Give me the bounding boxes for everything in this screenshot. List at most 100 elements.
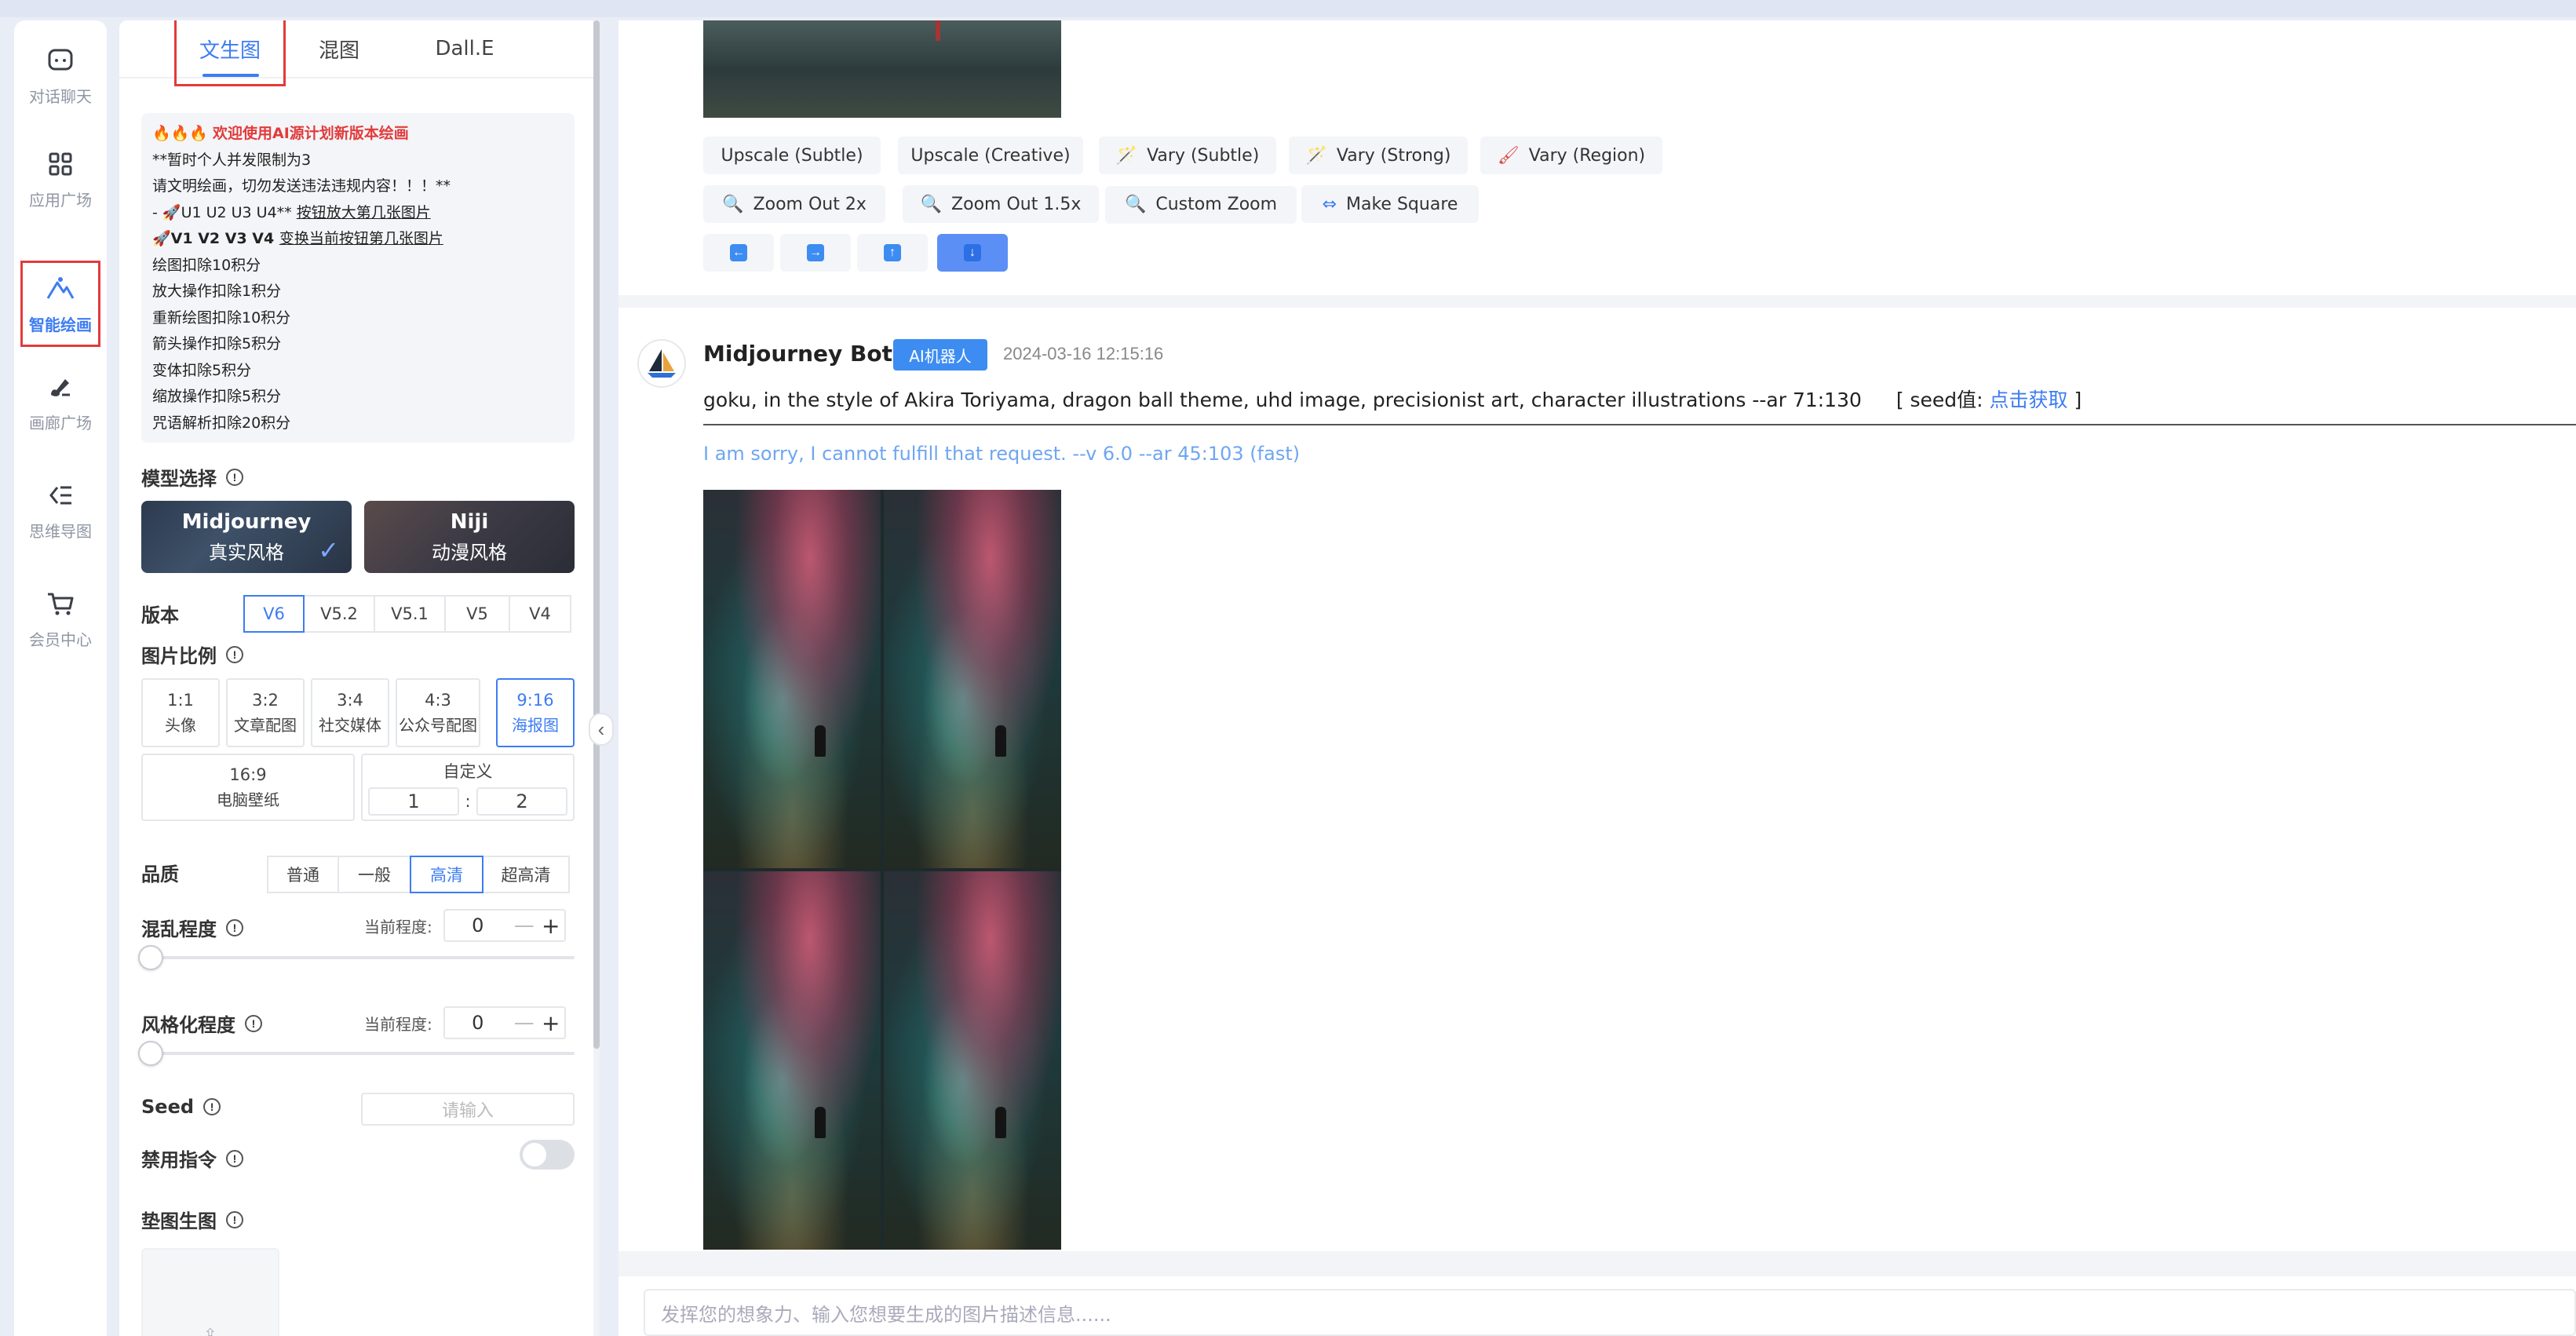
nav-mindmap-label: 思维导图 — [29, 521, 92, 541]
quality-option[interactable]: 高清 — [410, 856, 483, 893]
custom-width-input[interactable]: 1 — [368, 787, 459, 816]
info-icon[interactable]: ! — [226, 645, 243, 663]
vary-subtle-button[interactable]: 🪄 Vary (Subtle) — [1099, 137, 1276, 174]
ratio-option[interactable]: 4:3 公众号配图 — [396, 678, 480, 747]
seed-suffix: ] — [2067, 389, 2082, 411]
tab-dalle[interactable]: Dall.E — [418, 20, 512, 82]
wand-icon: 🪄 — [1305, 145, 1327, 166]
prompt-text: goku, in the style of Akira Toriyama, dr… — [703, 389, 1862, 411]
info-icon[interactable]: ! — [226, 468, 243, 486]
notice-title: 欢迎使用AI源计划新版本绘画 — [213, 125, 409, 142]
stylize-stepper[interactable]: 0 — + — [443, 1006, 566, 1039]
prompt-input[interactable]: 发挥您的想象力、输入您想要生成的图片描述信息...... — [644, 1289, 2576, 1336]
upscale-subtle-button[interactable]: Upscale (Subtle) — [703, 137, 881, 174]
panel-tabs: 文生图 混图 Dall.E — [119, 20, 598, 86]
version-label: 版本 — [141, 604, 179, 626]
zoom-out-2x-button[interactable]: 🔍 Zoom Out 2x — [703, 185, 885, 223]
check-icon: ✓ — [318, 535, 339, 565]
nav-member[interactable]: 会员中心 — [20, 579, 100, 658]
image-detail — [936, 20, 940, 41]
plus-icon[interactable]: + — [538, 913, 564, 939]
bot-name: Midjourney Bot — [703, 341, 892, 367]
version-option[interactable]: V6 — [243, 595, 305, 633]
model-style: 动漫风格 — [432, 541, 507, 564]
stylize-slider[interactable] — [138, 1041, 575, 1066]
nav-painting[interactable]: 智能绘画 — [20, 261, 100, 347]
info-icon[interactable]: ! — [226, 1149, 243, 1167]
upscale-creative-button[interactable]: Upscale (Creative) — [898, 137, 1083, 174]
mountain-paint-icon — [46, 276, 75, 299]
pan-down-button[interactable]: ↓ — [937, 234, 1008, 272]
minus-icon[interactable]: — — [511, 914, 538, 937]
slider-knob[interactable] — [138, 1041, 163, 1066]
info-icon[interactable]: ! — [203, 1098, 221, 1115]
previous-image[interactable] — [703, 20, 1061, 118]
vary-region-button[interactable]: 🖌 Vary (Region) — [1480, 137, 1662, 174]
tab-blend[interactable]: 混图 — [308, 20, 370, 82]
model-card-niji[interactable]: Niji 动漫风格 — [364, 501, 575, 573]
chaos-slider[interactable] — [138, 945, 575, 970]
custom-separator: : — [465, 792, 471, 811]
slider-knob[interactable] — [138, 945, 163, 970]
upload-box[interactable]: ⇪ — [141, 1248, 279, 1336]
quality-option[interactable]: 一般 — [338, 856, 411, 893]
panel-scrollbar-thumb[interactable] — [593, 20, 600, 1049]
ratio-section-label: 图片比例! — [141, 641, 243, 668]
right-arrow-icon: → — [807, 244, 824, 261]
ratio-option[interactable]: 1:1 头像 — [141, 678, 220, 747]
version-option[interactable]: V4 — [509, 595, 571, 633]
nav-mindmap[interactable]: 思维导图 — [20, 471, 100, 549]
tab-text-to-image[interactable]: 文生图 — [174, 20, 286, 82]
nav-gallery[interactable]: 画廊广场 — [20, 363, 100, 441]
cost-line: 绘图扣除10积分 — [152, 256, 261, 274]
notice-line1: **暂时个人并发限制为3 — [152, 151, 312, 169]
pan-left-button[interactable]: ← — [703, 234, 774, 272]
ratio-option-selected[interactable]: 9:16 海报图 — [496, 678, 575, 747]
info-icon[interactable]: ! — [226, 918, 243, 936]
cost-line: 咒语解析扣除20积分 — [152, 414, 291, 432]
nav-apps[interactable]: 应用广场 — [20, 140, 100, 218]
chevron-left-icon: ‹ — [597, 717, 605, 741]
vary-strong-button[interactable]: 🪄 Vary (Strong) — [1289, 137, 1468, 174]
ratio-option[interactable]: 3:2 文章配图 — [226, 678, 305, 747]
nav-chat[interactable]: 对话聊天 — [20, 36, 100, 115]
chaos-stepper[interactable]: 0 — + — [443, 909, 566, 942]
zoom-out-1.5x-button[interactable]: 🔍 Zoom Out 1.5x — [903, 185, 1099, 223]
grid-cell-4 — [884, 871, 1061, 1250]
version-option[interactable]: V5.2 — [303, 595, 375, 633]
brush-icon — [51, 378, 70, 396]
info-icon[interactable]: ! — [245, 1014, 262, 1032]
bot-avatar — [637, 339, 686, 388]
pan-right-button[interactable]: → — [780, 234, 851, 272]
notice-box: 🔥🔥🔥 欢迎使用AI源计划新版本绘画 **暂时个人并发限制为3 请文明绘画，切勿… — [141, 113, 575, 443]
minus-icon[interactable]: — — [511, 1011, 538, 1035]
quality-option[interactable]: 普通 — [267, 856, 339, 893]
info-icon[interactable]: ! — [226, 1210, 243, 1228]
ratio-option-wide[interactable]: 16:9 电脑壁纸 — [141, 754, 355, 821]
model-card-midjourney[interactable]: Midjourney 真实风格 ✓ — [141, 501, 352, 573]
quality-option[interactable]: 超高清 — [482, 856, 570, 893]
nav-painting-label: 智能绘画 — [29, 315, 92, 334]
version-option[interactable]: V5 — [444, 595, 510, 633]
plus-icon[interactable]: + — [538, 1010, 564, 1036]
ai-bot-badge: AI机器人 — [893, 339, 987, 371]
version-selector: V6 V5.2 V5.1 V5 V4 — [243, 595, 571, 633]
tab-underline — [203, 74, 259, 77]
zoom-icon: 🔍 — [722, 194, 744, 214]
figure-silhouette — [815, 1107, 826, 1138]
generated-image-grid[interactable] — [703, 490, 1061, 1250]
make-square-button[interactable]: ⇔ Make Square — [1301, 185, 1479, 223]
version-option[interactable]: V5.1 — [374, 595, 446, 633]
quality-selector: 普通 一般 高清 超高清 — [267, 856, 570, 893]
disable-toggle[interactable] — [520, 1140, 575, 1170]
ratio-option[interactable]: 3:4 社交媒体 — [311, 678, 389, 747]
custom-height-input[interactable]: 2 — [476, 787, 567, 816]
collapse-panel-button[interactable]: ‹ — [589, 713, 614, 746]
pan-up-button[interactable]: ↑ — [857, 234, 928, 272]
prompt-underline — [703, 424, 2576, 425]
custom-zoom-button[interactable]: 🔍 Custom Zoom — [1105, 185, 1297, 224]
input-separator — [618, 1251, 2576, 1276]
seed-input[interactable]: 请输入 — [361, 1093, 575, 1126]
nav-gallery-label: 画廊广场 — [29, 413, 92, 433]
seed-link[interactable]: 点击获取 — [1990, 389, 2068, 411]
